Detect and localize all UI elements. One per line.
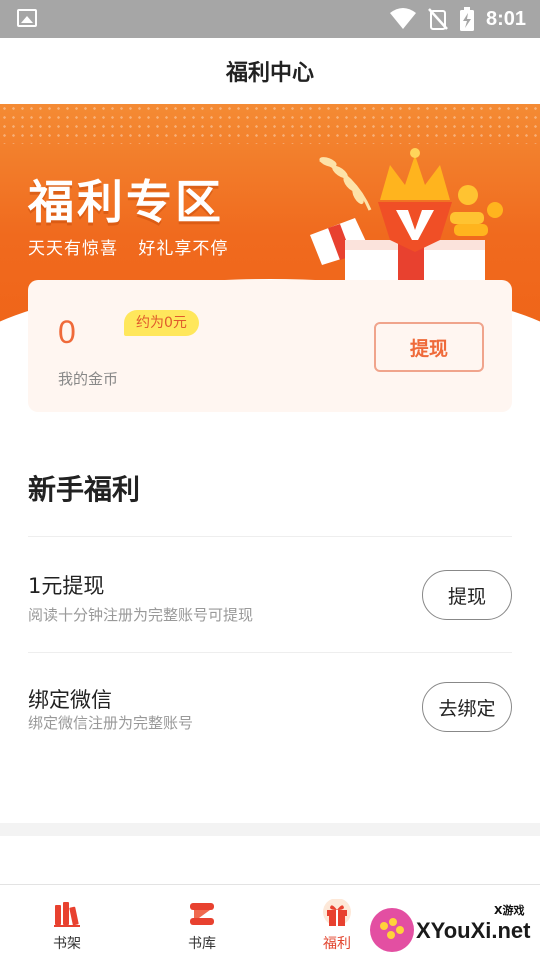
section-title-newbie: 新手福利 (28, 473, 141, 506)
nav-label: 福利 (323, 936, 351, 952)
task-title: 绑定微信 (28, 688, 112, 712)
coin-label: 我的金币 (58, 370, 119, 388)
watermark: X游戏 XYouXi.net (366, 898, 536, 956)
status-time: 8:01 (485, 7, 526, 30)
task-withdraw-button[interactable]: 提现 (422, 570, 512, 620)
task-title: 1元提现 (28, 574, 105, 598)
title-bar: 福利中心 (0, 38, 540, 104)
page-title: 福利中心 (225, 61, 314, 86)
gift-icon (323, 899, 351, 926)
status-icons: 8:01 (389, 6, 526, 32)
task-description: 阅读十分钟注册为完整账号可提现 (28, 606, 254, 624)
task-item: 1元提现 阅读十分钟注册为完整账号可提现 提现 (28, 570, 512, 650)
section-separator (0, 823, 540, 836)
nav-label: 书库 (188, 936, 216, 952)
banner-subtitle: 天天有惊喜 好礼享不停 (28, 239, 229, 259)
banner-dot-pattern (0, 104, 540, 144)
watermark-text: XYouXi.net (416, 918, 531, 943)
nav-item-library[interactable]: 书库 (142, 885, 262, 960)
wifi-icon (389, 8, 416, 29)
banner-title: 福利专区 (28, 175, 224, 229)
coin-card: 0 约为0元 我的金币 提现 (28, 280, 512, 412)
library-icon (190, 903, 214, 925)
no-signal-icon (428, 8, 448, 30)
divider (28, 652, 512, 653)
nav-label: 书架 (53, 936, 81, 952)
task-description: 绑定微信注册为完整账号 (28, 714, 194, 732)
image-icon (17, 9, 37, 27)
gamepad-logo-icon (370, 908, 414, 952)
divider (28, 536, 512, 537)
gift-box-illustration (310, 148, 503, 288)
coin-amount: 0 (58, 314, 76, 350)
battery-charging-icon (459, 7, 474, 31)
status-bar: 8:01 (0, 0, 540, 38)
bind-wechat-button[interactable]: 去绑定 (422, 682, 512, 732)
withdraw-button[interactable]: 提现 (374, 322, 484, 372)
bookshelf-icon (54, 902, 80, 927)
watermark-small-text: X游戏 (494, 904, 525, 917)
coin-value-badge: 约为0元 (124, 310, 199, 336)
nav-item-bookshelf[interactable]: 书架 (7, 885, 127, 960)
task-item: 绑定微信 绑定微信注册为完整账号 去绑定 (28, 682, 512, 764)
